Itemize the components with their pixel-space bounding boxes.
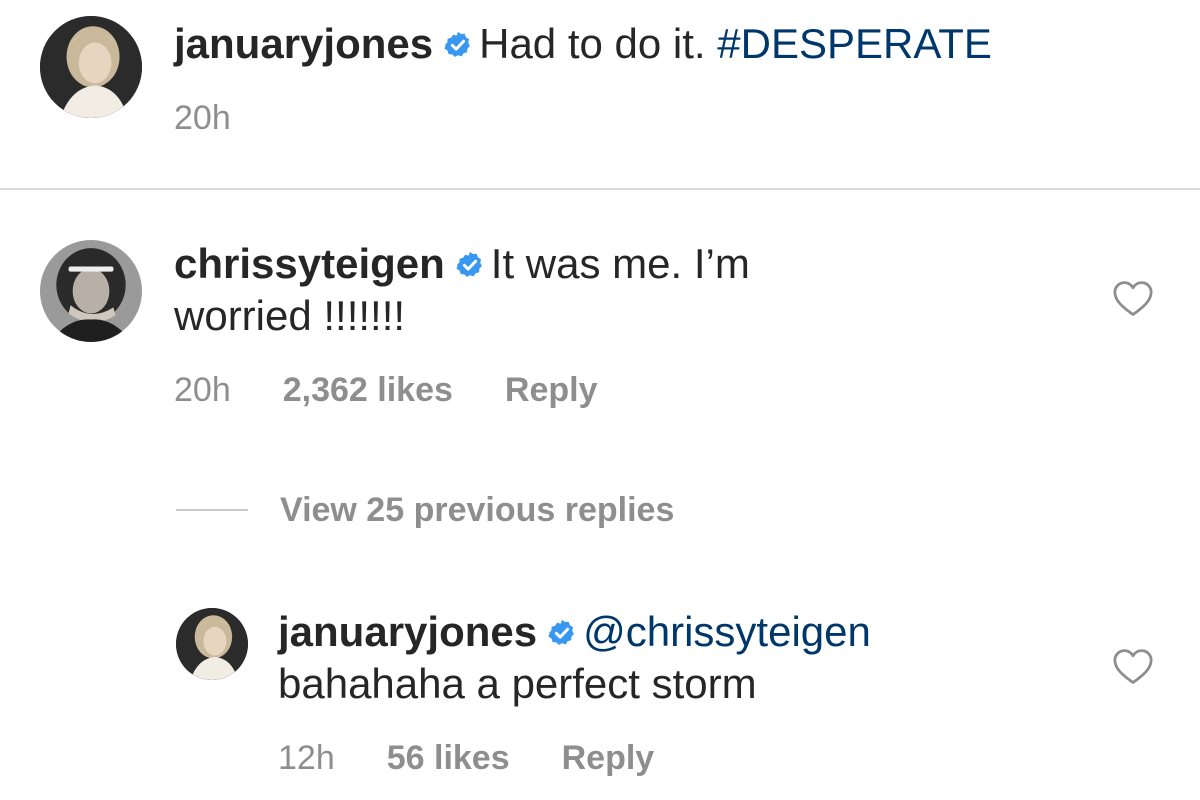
post-caption: januaryjones Had to do it. #DESPERATE — [174, 18, 992, 70]
reply-text: bahahaha a perfect storm — [278, 660, 757, 707]
comment-line-1: chrissyteigen It was me. I’m — [174, 238, 750, 290]
post-hashtag[interactable]: #DESPERATE — [717, 20, 992, 67]
reply-reply-button[interactable]: Reply — [562, 739, 655, 777]
heart-outline-icon — [1113, 281, 1153, 316]
divider — [0, 188, 1200, 190]
avatar-januaryjones-post[interactable] — [40, 16, 142, 118]
post-meta: 20h — [174, 98, 231, 138]
reply-mention[interactable]: @chrissyteigen — [583, 608, 871, 655]
verified-badge-icon — [455, 250, 485, 280]
reply-like-button[interactable] — [1112, 648, 1154, 686]
comment-likes[interactable]: 2,362 likes — [283, 371, 453, 409]
comment-line-2: worried !!!!!!! — [174, 290, 405, 342]
post-username[interactable]: januaryjones — [174, 20, 433, 67]
post-caption-text: Had to do it. — [479, 20, 706, 67]
reply-line-1: januaryjones @chrissyteigen — [278, 606, 871, 658]
reply-time: 12h — [278, 739, 335, 777]
post-time: 20h — [174, 99, 231, 137]
view-previous-replies-label[interactable]: View 25 previous replies — [280, 491, 674, 530]
reply-line-2: bahahaha a perfect storm — [278, 658, 757, 710]
avatar-januaryjones-reply[interactable] — [176, 608, 248, 680]
reply-likes[interactable]: 56 likes — [387, 739, 510, 777]
comment-text-line-2: worried !!!!!!! — [174, 292, 406, 339]
comment-text-line-1: It was me. I’m — [490, 240, 750, 287]
reply-username[interactable]: januaryjones — [278, 608, 537, 655]
replies-dash — [176, 509, 248, 511]
avatar-chrissyteigen[interactable] — [40, 240, 142, 342]
view-previous-replies[interactable]: View 25 previous replies — [176, 488, 674, 532]
comment-like-button[interactable] — [1112, 280, 1154, 318]
comment-username[interactable]: chrissyteigen — [174, 240, 445, 287]
comment-reply-button[interactable]: Reply — [505, 371, 598, 409]
verified-badge-icon — [443, 30, 473, 60]
comment-time: 20h — [174, 371, 231, 409]
reply-meta: 12h 56 likes Reply — [278, 738, 654, 778]
verified-badge-icon — [547, 618, 577, 648]
comment-meta: 20h 2,362 likes Reply — [174, 370, 597, 410]
heart-outline-icon — [1113, 649, 1153, 684]
